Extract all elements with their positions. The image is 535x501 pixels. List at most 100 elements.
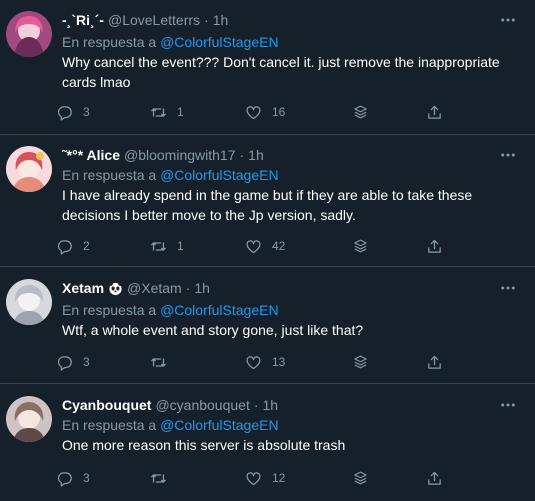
retweet-icon: [150, 104, 167, 121]
tweet[interactable]: ˜*°* Alice @bloomingwith17 · 1h En respu…: [0, 135, 535, 267]
like-icon: [245, 238, 262, 255]
display-name[interactable]: ˜*°* Alice: [62, 147, 120, 163]
separator-dot: ·: [204, 12, 209, 28]
retweet-icon: [150, 238, 167, 255]
like-icon: [245, 470, 262, 487]
timestamp[interactable]: 1h: [194, 280, 210, 296]
stack-icon: [352, 470, 369, 487]
reply-prefix: En respuesta a: [62, 34, 157, 50]
display-name[interactable]: Cyanbouquet: [62, 397, 151, 413]
stack-button[interactable]: [352, 468, 369, 488]
share-button[interactable]: [426, 468, 443, 488]
more-icon[interactable]: [499, 11, 517, 29]
share-button[interactable]: [426, 236, 443, 256]
stack-button[interactable]: [352, 102, 369, 122]
reply-button[interactable]: 2: [56, 236, 90, 256]
timestamp[interactable]: 1h: [248, 147, 264, 163]
separator-dot: ·: [185, 280, 191, 296]
reply-prefix: En respuesta a: [62, 417, 157, 433]
mention-link[interactable]: @ColorfulStageEN: [160, 167, 279, 183]
reply-feed: -¸`Ri¸´- @LoveLetterrs · 1h En respuesta…: [0, 0, 535, 501]
like-button[interactable]: 12: [245, 468, 285, 488]
tweet[interactable]: Cyanbouquet @cyanbouquet · 1h En respues…: [0, 384, 535, 501]
like-button[interactable]: 42: [245, 236, 285, 256]
like-count: 12: [272, 471, 286, 485]
reply-count: 3: [83, 105, 90, 119]
retweet-button[interactable]: [150, 468, 177, 488]
share-icon: [426, 104, 443, 121]
reply-button[interactable]: 3: [56, 352, 90, 372]
reply-icon: [56, 470, 73, 487]
like-count: 16: [272, 105, 286, 119]
like-button[interactable]: 13: [245, 352, 285, 372]
retweet-count: 1: [177, 105, 184, 119]
like-icon: [245, 104, 262, 121]
share-icon: [426, 354, 443, 371]
retweet-count: 1: [177, 239, 184, 253]
tweet[interactable]: -¸`Ri¸´- @LoveLetterrs · 1h En respuesta…: [0, 0, 535, 135]
reply-icon: [56, 354, 73, 371]
more-icon[interactable]: [499, 146, 517, 164]
user-handle[interactable]: @Xetam: [127, 280, 182, 296]
tweet-text: I have already spend in the game but if …: [62, 187, 473, 223]
more-icon[interactable]: [499, 396, 517, 414]
reply-context: En respuesta a @ColorfulStageEN: [62, 167, 279, 183]
share-button[interactable]: [426, 102, 443, 122]
share-icon: [426, 238, 443, 255]
tweet-text: Why cancel the event??? Don't cancel it.…: [62, 54, 500, 90]
user-handle[interactable]: @bloomingwith17: [124, 147, 236, 163]
reply-prefix: En respuesta a: [62, 167, 157, 183]
tweet-actions: 3 1 16: [56, 102, 436, 122]
stack-icon: [352, 354, 369, 371]
like-icon: [245, 354, 262, 371]
share-button[interactable]: [426, 352, 443, 372]
display-name[interactable]: Xetam: [62, 280, 104, 296]
stack-button[interactable]: [352, 236, 369, 256]
like-count: 42: [272, 239, 286, 253]
reply-button[interactable]: 3: [56, 102, 90, 122]
separator-dot: ·: [253, 397, 259, 413]
user-handle[interactable]: @cyanbouquet: [155, 397, 249, 413]
mention-link[interactable]: @ColorfulStageEN: [160, 34, 279, 50]
tweet-text: Wtf, a whole event and story gone, just …: [62, 322, 364, 338]
user-handle[interactable]: @LoveLetterrs: [108, 12, 200, 28]
tweet-actions: 3 13: [56, 352, 436, 372]
reply-context: En respuesta a @ColorfulStageEN: [62, 417, 279, 433]
reply-icon: [56, 104, 73, 121]
reply-context: En respuesta a @ColorfulStageEN: [62, 34, 279, 50]
avatar[interactable]: [6, 11, 52, 57]
reply-context: En respuesta a @ColorfulStageEN: [62, 302, 279, 318]
avatar[interactable]: [6, 279, 52, 325]
reply-icon: [56, 238, 73, 255]
reply-button[interactable]: 3: [56, 468, 90, 488]
tweet[interactable]: Xetam @Xetam · 1h En respuesta a @Colorf…: [0, 267, 535, 384]
like-button[interactable]: 16: [245, 102, 285, 122]
separator-dot: ·: [239, 147, 245, 163]
stack-button[interactable]: [352, 352, 369, 372]
display-name[interactable]: -¸`Ri¸´-: [62, 12, 104, 28]
reply-prefix: En respuesta a: [62, 302, 157, 318]
stack-icon: [352, 104, 369, 121]
more-icon[interactable]: [499, 279, 517, 297]
panda-emoji-icon: [108, 281, 123, 295]
retweet-icon: [150, 470, 167, 487]
reply-count: 3: [83, 471, 90, 485]
retweet-icon: [150, 354, 167, 371]
like-count: 13: [272, 355, 286, 369]
reply-count: 2: [83, 239, 90, 253]
retweet-button[interactable]: 1: [150, 236, 184, 256]
tweet-actions: 2 1 42: [56, 236, 436, 256]
timestamp[interactable]: 1h: [213, 12, 229, 28]
mention-link[interactable]: @ColorfulStageEN: [160, 302, 279, 318]
mention-link[interactable]: @ColorfulStageEN: [160, 417, 279, 433]
avatar[interactable]: [6, 396, 52, 442]
retweet-button[interactable]: [150, 352, 177, 372]
avatar[interactable]: [6, 146, 52, 192]
stack-icon: [352, 238, 369, 255]
tweet-text: One more reason this server is absolute …: [62, 437, 346, 453]
share-icon: [426, 470, 443, 487]
tweet-actions: 3 12: [56, 468, 436, 488]
timestamp[interactable]: 1h: [263, 397, 279, 413]
reply-count: 3: [83, 355, 90, 369]
retweet-button[interactable]: 1: [150, 102, 184, 122]
